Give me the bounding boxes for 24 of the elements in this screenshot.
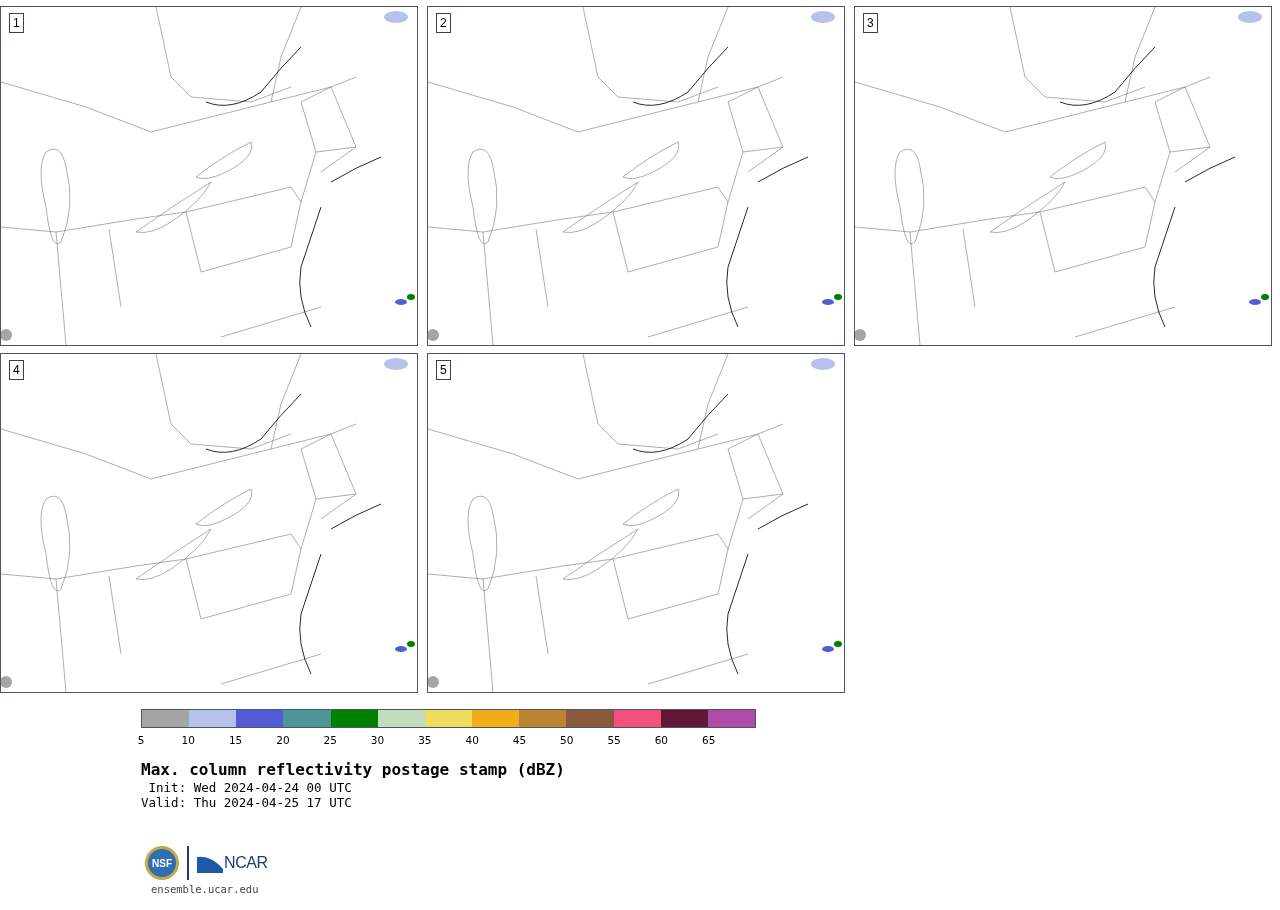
tick-label: 15 bbox=[228, 734, 243, 746]
tick-label: 45 bbox=[512, 734, 527, 746]
tick-label: 55 bbox=[607, 734, 621, 746]
seal-logo: NSF bbox=[145, 846, 179, 880]
panel-number: 3 bbox=[863, 13, 878, 33]
tick-label: 5 bbox=[137, 734, 145, 746]
website-url: ensemble.ucar.edu bbox=[151, 882, 260, 897]
tick-label: 35 bbox=[418, 734, 432, 746]
tick-label: 20 bbox=[276, 734, 290, 746]
ncar-logo: NCAR bbox=[197, 851, 268, 875]
tick-label: 25 bbox=[323, 734, 337, 746]
panel-number: 2 bbox=[436, 13, 451, 33]
valid-time: Valid: Thu 2024-04-25 17 UTC bbox=[141, 795, 353, 810]
tick-label: 60 bbox=[654, 734, 669, 746]
tick-label: 65 bbox=[702, 734, 716, 746]
panel-number: 4 bbox=[9, 360, 24, 380]
init-time: Init: Wed 2024-04-24 00 UTC bbox=[147, 780, 353, 795]
panel-number: 5 bbox=[436, 360, 451, 380]
panel-number: 1 bbox=[9, 13, 24, 33]
tick-label: 30 bbox=[370, 734, 385, 746]
tick-label: 50 bbox=[560, 734, 574, 746]
tick-label: 40 bbox=[465, 734, 479, 746]
tick-label: 10 bbox=[181, 734, 195, 746]
chart-title: Max. column reflectivity postage stamp (dBZ) bbox=[141, 760, 566, 780]
